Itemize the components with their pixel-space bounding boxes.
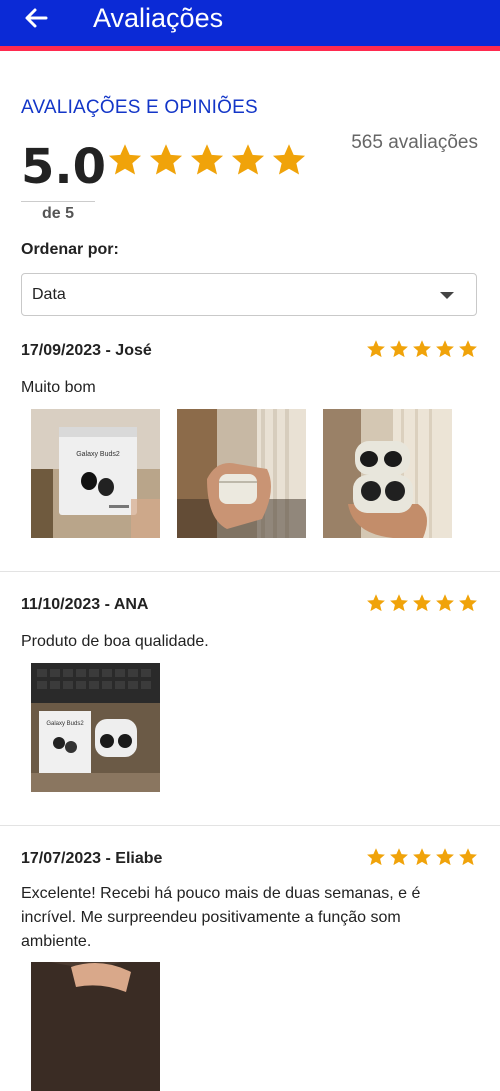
star-icon — [458, 593, 478, 613]
star-icon — [230, 142, 266, 178]
review-divider — [0, 825, 500, 826]
star-icon — [366, 339, 386, 359]
page-title: Avaliações — [93, 3, 224, 33]
dropdown-caret-icon — [440, 292, 454, 299]
back-button[interactable] — [22, 4, 50, 32]
sort-label: Ordenar por: — [21, 241, 119, 258]
star-icon — [107, 142, 143, 178]
star-icon — [458, 847, 478, 867]
review-photo[interactable] — [323, 409, 452, 538]
average-stars — [107, 142, 307, 178]
review-photo[interactable] — [31, 962, 160, 1091]
reviews-count[interactable]: 565 avaliações — [351, 132, 478, 154]
rating-divider — [21, 201, 95, 202]
review-photos — [31, 962, 160, 1091]
star-icon — [435, 339, 455, 359]
star-icon — [189, 142, 225, 178]
review-stars — [366, 847, 478, 867]
section-title: AVALIAÇÕES E OPINIÕES — [21, 97, 258, 118]
star-icon — [412, 847, 432, 867]
star-icon — [435, 847, 455, 867]
review-text: Muito bom — [21, 379, 96, 396]
review-header: 17/09/2023 - José — [21, 342, 152, 359]
star-icon — [389, 847, 409, 867]
star-icon — [366, 847, 386, 867]
review-stars — [366, 593, 478, 613]
review-divider — [0, 571, 500, 572]
review-stars — [366, 339, 478, 359]
review-photo[interactable]: Galaxy Buds2 — [31, 409, 160, 538]
star-icon — [458, 339, 478, 359]
review-text: Produto de boa qualidade. — [21, 633, 209, 650]
star-icon — [389, 339, 409, 359]
star-icon — [366, 593, 386, 613]
review-text: Excelente! Recebi há pouco mais de duas … — [21, 885, 421, 950]
review-photo[interactable]: Galaxy Buds2 — [31, 663, 160, 792]
review-header: 17/07/2023 - Eliabe — [21, 850, 163, 867]
star-icon — [412, 339, 432, 359]
star-icon — [271, 142, 307, 178]
star-icon — [148, 142, 184, 178]
star-icon — [412, 593, 432, 613]
review-photo[interactable] — [177, 409, 306, 538]
star-icon — [389, 593, 409, 613]
star-icon — [435, 593, 455, 613]
svg-text:Galaxy Buds2: Galaxy Buds2 — [76, 451, 120, 458]
top-app-bar: Avaliações — [0, 0, 500, 51]
svg-text:Galaxy Buds2: Galaxy Buds2 — [46, 721, 84, 727]
review-photos: Galaxy Buds2 — [31, 663, 160, 792]
sort-selected-value: Data — [32, 286, 66, 303]
rating-scale: de 5 — [42, 205, 75, 222]
arrow-left-icon — [25, 8, 48, 28]
average-rating: 5.0 — [21, 139, 107, 195]
sort-select[interactable]: Data — [21, 273, 477, 316]
review-header: 11/10/2023 - ANA — [21, 596, 149, 613]
review-photos: Galaxy Buds2 — [31, 409, 452, 538]
